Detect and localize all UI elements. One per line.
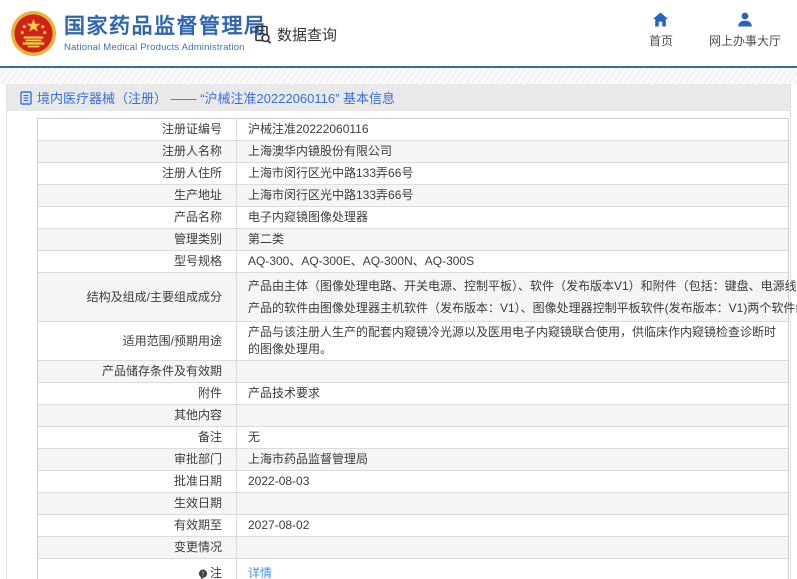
svg-text:?: ? [201, 570, 204, 577]
row-value: 2027-08-02 [248, 518, 310, 532]
table-row: 生效日期 [38, 493, 788, 515]
row-value [237, 405, 788, 426]
document-search-icon [255, 25, 272, 44]
row-label: 产品名称 [38, 207, 237, 228]
row-value: 2022-08-03 [248, 474, 310, 488]
table-row: 管理类别 第二类 [38, 229, 788, 251]
row-value: 无 [248, 430, 261, 444]
site-logo[interactable]: 国家药品监督管理局 National Medical Products Admi… [10, 10, 267, 57]
row-label: 其他内容 [38, 405, 237, 426]
row-label: 管理类别 [38, 229, 237, 250]
row-value: 详情 [237, 559, 788, 579]
row-value: 上海市闵行区光中路133弄66号 [248, 166, 414, 180]
person-icon [738, 12, 752, 27]
row-value: 产品与该注册人生产的配套内窥镜冷光源以及医用电子内窥镜联合使用，供临床作内窥镜检… [248, 325, 777, 356]
row-value-line: 产品由主体（图像处理电路、开关电源、控制平板）、软件（发布版本V1）和附件（包括… [248, 279, 797, 293]
document-icon [20, 90, 32, 105]
table-row: 变更情况 [38, 537, 788, 559]
row-label: 生产地址 [38, 185, 237, 206]
detail-link[interactable]: 详情 [248, 565, 778, 579]
row-value: 上海市药品监督管理局 [248, 452, 369, 466]
row-label: 附件 [38, 383, 237, 404]
table-row: 备注无 [38, 427, 788, 449]
row-label: 批准日期 [38, 471, 237, 492]
table-row: 生产地址 上海市闵行区光中路133弄66号 [38, 185, 788, 207]
row-label: 审批部门 [38, 449, 237, 470]
table-row: 产品名称 电子内窥镜图像处理器 [38, 207, 788, 229]
data-query-nav[interactable]: 数据查询 [253, 24, 337, 45]
content-panel: 境内医疗器械（注册） —— “沪械注准20222060116” 基本信息 注册证… [6, 84, 797, 579]
nav-home-label: 首页 [648, 34, 673, 48]
row-label: 产品储存条件及有效期 [38, 361, 237, 382]
row-value: 上海市闵行区光中路133弄66号 [248, 188, 414, 202]
row-value [237, 493, 788, 514]
breadcrumb: 境内医疗器械（注册） —— “沪械注准20222060116” 基本信息 [7, 84, 790, 111]
table-row: 批准日期 2022-08-03 [38, 471, 788, 493]
nav-online-hall-label: 网上办事大厅 [708, 34, 781, 48]
table-row: 型号规格 AQ-300、AQ-300E、AQ-300N、AQ-300S [38, 251, 788, 273]
row-value: 电子内窥镜图像处理器 [248, 210, 369, 224]
hatched-divider [0, 68, 797, 84]
logo-text: 国家药品监督管理局 National Medical Products Admi… [64, 14, 267, 53]
home-icon [653, 12, 669, 27]
row-value: 产品由主体（图像处理电路、开关电源、控制平板）、软件（发布版本V1）和附件（包括… [237, 273, 797, 321]
top-nav: 首页 网上办事大厅 [649, 12, 781, 49]
row-label: 结构及组成/主要组成成分 [38, 273, 237, 321]
nav-online-hall[interactable]: 网上办事大厅 [709, 12, 781, 49]
nav-home[interactable]: 首页 [649, 12, 673, 49]
site-subtitle: National Medical Products Administration [64, 42, 245, 53]
row-label: 注册证编号 [38, 119, 237, 140]
row-value: AQ-300、AQ-300E、AQ-300N、AQ-300S [248, 254, 475, 268]
site-title: 国家药品监督管理局 [64, 15, 267, 38]
table-row: ? 注详情 [38, 559, 788, 579]
row-value [237, 537, 788, 558]
table-row: 结构及组成/主要组成成分 产品由主体（图像处理电路、开关电源、控制平板）、软件（发… [38, 273, 797, 322]
row-label: 注册人住所 [38, 163, 237, 184]
table-row: 产品储存条件及有效期 [38, 361, 788, 383]
site-header: 国家药品监督管理局 National Medical Products Admi… [0, 0, 797, 68]
table-row: 附件 产品技术要求 [38, 383, 788, 405]
table-row: 注册人住所 上海市闵行区光中路133弄66号 [38, 163, 788, 185]
row-value: 沪械注准20222060116 [248, 122, 369, 136]
table-row: 适用范围/预期用途 产品与该注册人生产的配套内窥镜冷光源以及医用电子内窥镜联合使用… [38, 322, 788, 361]
note-bubble-icon: ? [198, 569, 208, 579]
table-row: 审批部门 上海市药品监督管理局 [38, 449, 788, 471]
row-value-line: 产品的软件由图像处理器主机软件（发布版本：V1）、图像处理器控制平板软件(发布版… [248, 301, 797, 315]
row-label: ? 注 [38, 559, 237, 579]
row-label: 生效日期 [38, 493, 237, 514]
row-value: 第二类 [248, 232, 285, 246]
row-label: 型号规格 [38, 251, 237, 272]
row-label: 适用范围/预期用途 [38, 322, 237, 360]
row-label: 注册人名称 [38, 141, 237, 162]
data-query-label: 数据查询 [277, 27, 338, 44]
info-table: 注册证编号 沪械注准20222060116 注册人名称 上海澳华内镜股份有限公司 注册人… [37, 118, 797, 579]
row-label: 备注 [38, 427, 237, 448]
china-national-emblem-icon [10, 10, 57, 57]
row-value [237, 361, 788, 382]
row-label: 变更情况 [38, 537, 237, 558]
table-row: 有效期至 2027-08-02 [38, 515, 788, 537]
row-label: 有效期至 [38, 515, 237, 536]
table-row: 注册证编号 沪械注准20222060116 [38, 119, 788, 141]
row-value: 产品技术要求 [248, 386, 321, 400]
table-row: 注册人名称 上海澳华内镜股份有限公司 [38, 141, 788, 163]
row-value: 上海澳华内镜股份有限公司 [248, 144, 393, 158]
breadcrumb-text: 境内医疗器械（注册） —— “沪械注准20222060116” 基本信息 [37, 91, 396, 106]
table-row: 其他内容 [38, 405, 788, 427]
